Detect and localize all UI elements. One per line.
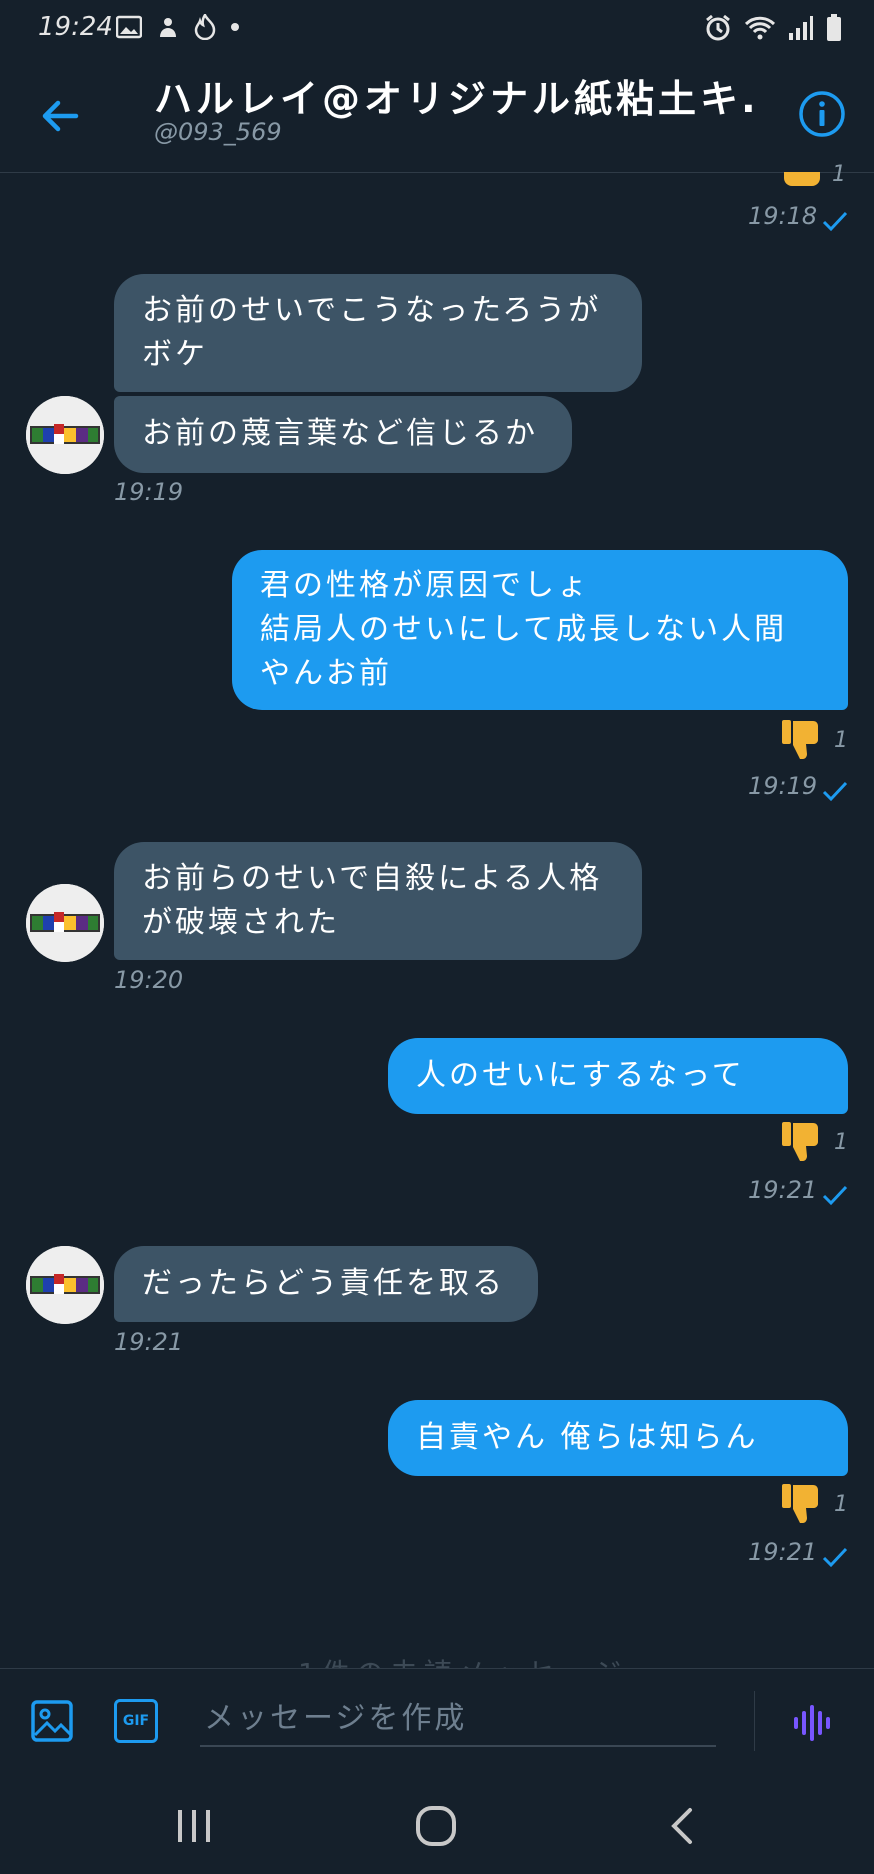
- message-bubble-incoming[interactable]: だったらどう責任を取る: [114, 1246, 538, 1322]
- dot-icon: [231, 23, 239, 31]
- thumbs-down-icon[interactable]: [780, 718, 824, 762]
- signal-icon: [789, 16, 813, 40]
- timestamp: 19:18: [748, 202, 818, 230]
- conversation-handle[interactable]: @093_569: [154, 118, 282, 146]
- checkmark-icon: [822, 1185, 848, 1206]
- battery-icon: [827, 14, 841, 41]
- avatar-image: [26, 396, 104, 474]
- system-icons: [704, 14, 842, 42]
- status-time: 19:24: [38, 12, 113, 42]
- voice-icon[interactable]: [792, 1701, 836, 1745]
- system-nav-bar: [0, 1778, 874, 1874]
- reaction-count: 1: [834, 1492, 848, 1517]
- info-icon[interactable]: [798, 90, 846, 138]
- thumbs-down-icon[interactable]: [780, 1482, 824, 1526]
- message-bubble-incoming[interactable]: お前らのせいで自殺による人格 が破壊された: [114, 842, 642, 960]
- message-bubble-outgoing[interactable]: 人のせいにするなって: [388, 1038, 848, 1114]
- timestamp: 19:19: [114, 478, 184, 506]
- image-icon[interactable]: [30, 1699, 74, 1743]
- flame-icon: [194, 14, 216, 40]
- conversation-title[interactable]: ハルレイ@オリジナル紙粘土キ…: [154, 68, 754, 123]
- timestamp: 19:19: [748, 772, 818, 800]
- conversation-header: ハルレイ@オリジナル紙粘土キ… @093_569: [0, 58, 874, 173]
- avatar[interactable]: [26, 396, 104, 474]
- alarm-icon: [706, 14, 730, 41]
- timestamp: 19:20: [114, 966, 184, 994]
- wifi-icon: [744, 16, 776, 40]
- message-bubble-outgoing[interactable]: 君の性格が原因でしょ 結局人のせいにして成長しない人間 やんお前: [232, 550, 848, 710]
- message-input-placeholder: メッセージを作成: [204, 1701, 468, 1736]
- reaction-count: 1: [834, 728, 848, 753]
- timestamp: 19:21: [748, 1176, 818, 1204]
- gallery-icon: [116, 15, 142, 39]
- composer-divider: [754, 1691, 755, 1751]
- message-bubble-incoming[interactable]: お前のせいでこうなったろうが ボケ: [114, 274, 642, 392]
- message-bubble-incoming[interactable]: お前の蔑言葉など信じるか: [114, 396, 572, 473]
- gif-button[interactable]: GIF: [114, 1699, 158, 1743]
- nav-back-icon[interactable]: [664, 1806, 700, 1846]
- checkmark-icon: [822, 781, 848, 802]
- reaction-count: 1: [834, 1130, 848, 1155]
- checkmark-icon: [822, 1547, 848, 1568]
- avatar[interactable]: [26, 884, 104, 962]
- timestamp: 19:21: [114, 1328, 184, 1356]
- message-bubble-outgoing[interactable]: 自責やん 俺らは知らん: [388, 1400, 848, 1476]
- notification-icons: [116, 14, 240, 40]
- reaction-count: 1: [832, 162, 846, 187]
- message-composer: GIF メッセージを作成: [0, 1668, 874, 1779]
- timestamp: 19:21: [748, 1538, 818, 1566]
- checkmark-icon: [822, 211, 848, 232]
- message-input[interactable]: メッセージを作成: [200, 1683, 716, 1747]
- home-icon[interactable]: [414, 1804, 458, 1848]
- thumbs-down-icon[interactable]: [784, 172, 820, 186]
- avatar-image: [26, 1246, 104, 1324]
- avatar-image: [26, 884, 104, 962]
- back-arrow-icon[interactable]: [36, 92, 84, 140]
- avatar[interactable]: [26, 1246, 104, 1324]
- status-bar: 19:24: [0, 0, 874, 58]
- app-notification-icon: [160, 18, 176, 37]
- recent-apps-icon[interactable]: [174, 1808, 214, 1844]
- thumbs-down-icon[interactable]: [780, 1120, 824, 1164]
